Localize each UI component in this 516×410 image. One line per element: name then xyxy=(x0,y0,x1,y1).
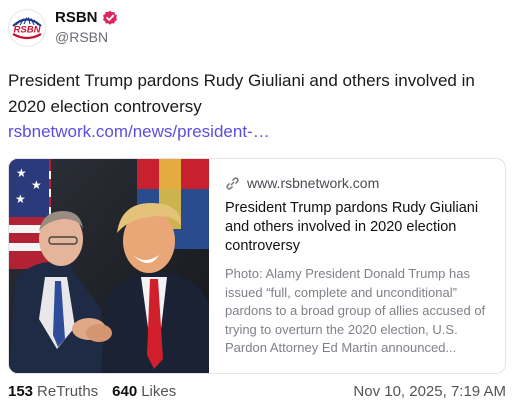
post-link[interactable]: rsbnetwork.com/news/president-… xyxy=(8,120,270,144)
retruths-label: ReTruths xyxy=(37,383,99,400)
post-text: President Trump pardons Rudy Giuliani an… xyxy=(8,71,475,116)
card-domain: www.rsbnetwork.com xyxy=(247,175,380,191)
card-body: www.rsbnetwork.com President Trump pardo… xyxy=(209,159,505,373)
display-name[interactable]: RSBN xyxy=(55,9,98,27)
likes-stat[interactable]: 640 Likes xyxy=(112,383,176,400)
verified-badge-icon xyxy=(102,10,118,26)
card-title: President Trump pardons Rudy Giuliani an… xyxy=(225,200,479,254)
card-thumbnail-image: ★ ★ ★ xyxy=(9,159,209,373)
avatar[interactable]: RSBN xyxy=(8,9,46,47)
post-timestamp[interactable]: Nov 10, 2025, 7:19 AM xyxy=(353,383,506,400)
likes-count: 640 xyxy=(112,383,138,400)
card-description: Photo: Alamy President Donald Trump has … xyxy=(225,266,486,355)
post-header: RSBN RSBN @RSBN xyxy=(8,8,118,48)
link-preview-card[interactable]: ★ ★ ★ www.rsbnetwork.com President Trump… xyxy=(8,158,506,374)
svg-text:★: ★ xyxy=(16,166,27,180)
post-footer: 153 ReTruths 640 Likes Nov 10, 2025, 7:19 … xyxy=(8,383,506,400)
retruths-stat[interactable]: 153 ReTruths xyxy=(8,383,98,400)
link-icon xyxy=(225,176,240,191)
account-names: RSBN @RSBN xyxy=(55,9,118,47)
rsbn-logo-icon: RSBN xyxy=(8,9,46,47)
svg-text:★: ★ xyxy=(31,178,42,192)
avatar-logo-text: RSBN xyxy=(14,25,42,36)
likes-label: Likes xyxy=(141,383,177,400)
account-handle[interactable]: @RSBN xyxy=(55,28,118,47)
svg-text:★: ★ xyxy=(15,192,26,206)
retruths-count: 153 xyxy=(8,383,34,400)
